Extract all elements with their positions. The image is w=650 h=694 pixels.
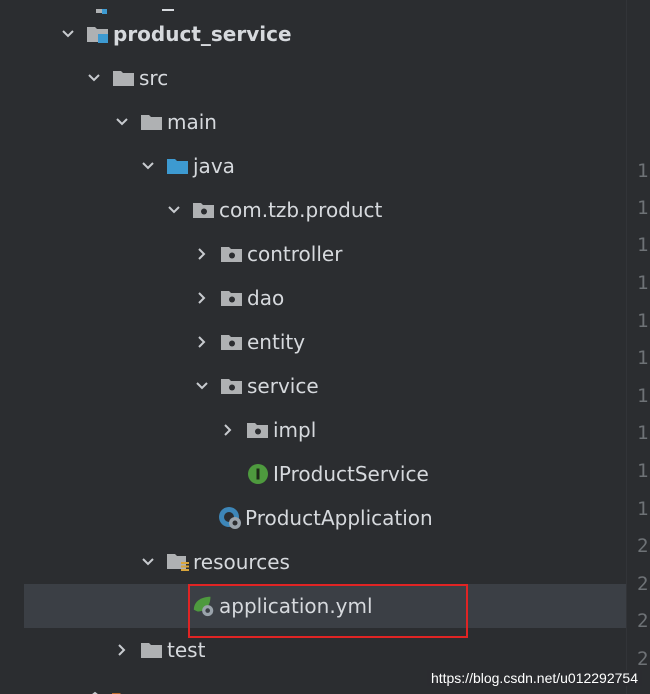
tree-item-label: java <box>193 154 235 178</box>
tree-item-controller[interactable]: controller <box>24 232 626 276</box>
chevron-down-icon[interactable] <box>140 158 156 174</box>
chevron-down-icon[interactable] <box>114 114 130 130</box>
chevron-down-icon[interactable] <box>166 202 182 218</box>
tree-item-label: impl <box>273 418 317 442</box>
tree-item-dao[interactable]: dao <box>24 276 626 320</box>
line-number: 1 <box>637 498 649 520</box>
chevron-right-icon[interactable] <box>114 642 130 658</box>
chevron-down-icon[interactable] <box>86 70 102 86</box>
source-folder-icon <box>166 155 190 177</box>
resources-folder-icon <box>166 551 190 573</box>
folder-icon <box>140 111 164 133</box>
tree-item-label: IProductService <box>273 462 429 486</box>
line-number: 2 <box>637 535 649 557</box>
watermark: https://blog.csdn.net/u012292754 <box>426 670 642 686</box>
chevron-down-icon[interactable] <box>194 378 210 394</box>
interface-icon <box>246 463 270 485</box>
tree-item-label: service <box>247 374 319 398</box>
line-number: 1 <box>637 422 649 444</box>
tree-item-product-service[interactable]: product_service <box>24 12 626 56</box>
chevron-right-icon[interactable] <box>194 246 210 262</box>
line-number: 1 <box>637 460 649 482</box>
tree-item-src[interactable]: src <box>24 56 626 100</box>
tree-item-label: controller <box>247 242 343 266</box>
tree-item-label: main <box>167 110 217 134</box>
line-number: 2 <box>637 610 649 632</box>
tree-item-impl[interactable]: impl <box>24 408 626 452</box>
line-number: 1 <box>637 272 649 294</box>
tree-item-resources[interactable]: resources <box>24 540 626 584</box>
chevron-right-icon[interactable] <box>194 290 210 306</box>
tree-item-label: resources <box>193 550 290 574</box>
tree-item-label: ProductApplication <box>245 506 433 530</box>
tree-item-entity[interactable]: entity <box>24 320 626 364</box>
package-icon <box>246 419 270 441</box>
tree-item-label: product_service <box>113 22 292 46</box>
tree-item-service[interactable]: service <box>24 364 626 408</box>
chevron-right-icon[interactable] <box>194 334 210 350</box>
chevron-right-icon[interactable] <box>220 422 236 438</box>
line-number-gutter: 1 1 1 1 1 1 1 1 1 1 2 2 2 2 <box>626 0 650 694</box>
chevron-down-icon[interactable] <box>140 554 156 570</box>
highlight-box <box>188 584 468 638</box>
tree-item-productapplication[interactable]: ProductApplication <box>24 496 626 540</box>
line-number: 1 <box>637 385 649 407</box>
line-number: 2 <box>637 573 649 595</box>
tree-item-java[interactable]: java <box>24 144 626 188</box>
package-icon <box>220 375 244 397</box>
line-number: 2 <box>637 648 649 670</box>
package-icon <box>220 243 244 265</box>
chevron-down-icon[interactable] <box>60 26 76 42</box>
package-icon <box>220 331 244 353</box>
project-tree[interactable]: product_service src main java com.tzb.pr… <box>0 0 626 694</box>
clipped-row-bottom <box>88 684 208 694</box>
folder-icon <box>112 67 136 89</box>
tree-item-iproductservice[interactable]: IProductService <box>24 452 626 496</box>
package-icon <box>192 199 216 221</box>
clipped-row-top <box>96 0 186 14</box>
line-number: 1 <box>637 234 649 256</box>
line-number: 1 <box>637 347 649 369</box>
tree-item-label: entity <box>247 330 306 354</box>
line-number: 1 <box>637 160 649 182</box>
folder-icon <box>140 639 164 661</box>
module-folder-icon <box>86 23 110 45</box>
package-icon <box>220 287 244 309</box>
line-number: 1 <box>637 197 649 219</box>
line-number: 1 <box>637 310 649 332</box>
tree-item-com-tzb-product[interactable]: com.tzb.product <box>24 188 626 232</box>
spring-app-icon <box>218 507 242 529</box>
tree-item-label: com.tzb.product <box>219 198 383 222</box>
tree-item-label: dao <box>247 286 285 310</box>
tree-item-main[interactable]: main <box>24 100 626 144</box>
tree-item-label: src <box>139 66 169 90</box>
